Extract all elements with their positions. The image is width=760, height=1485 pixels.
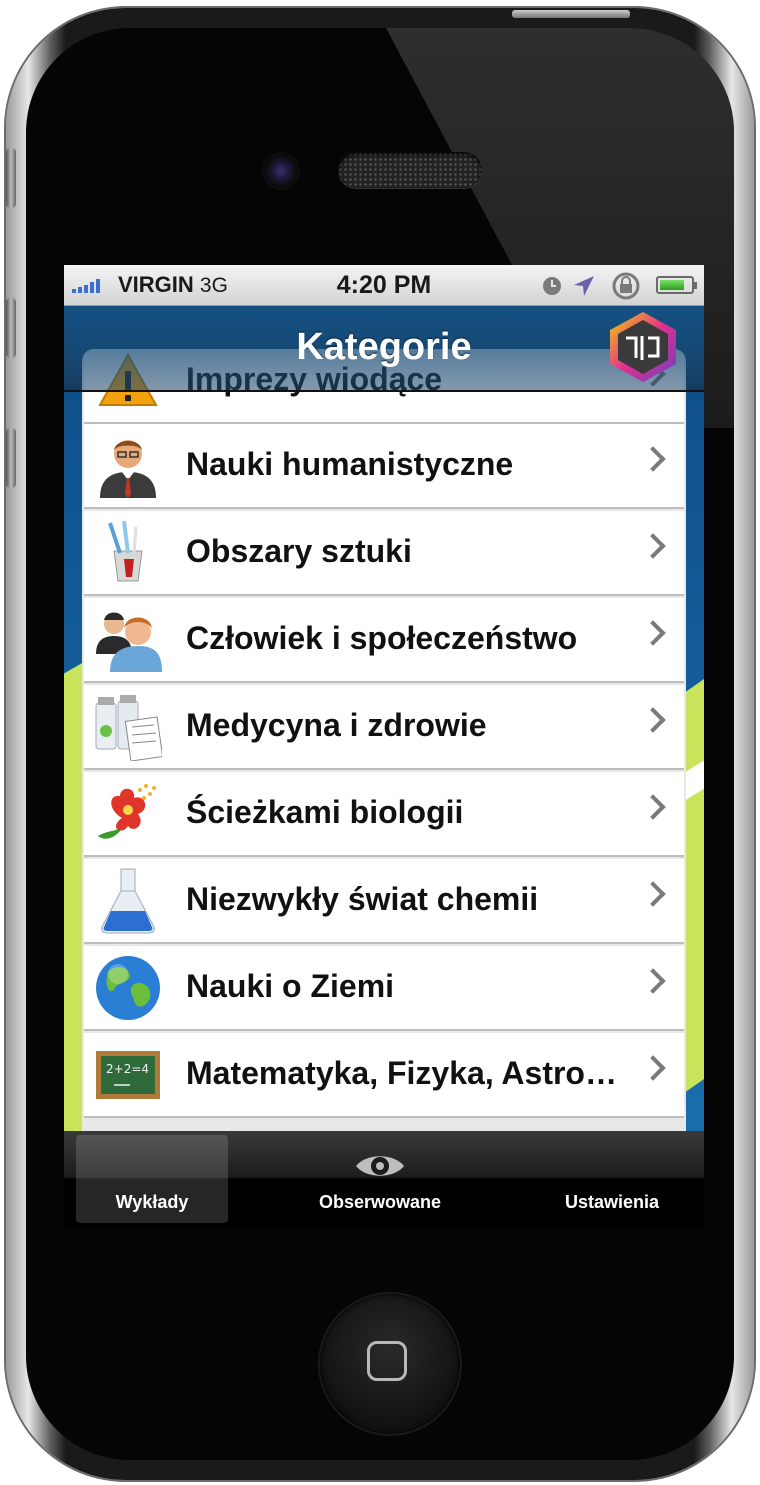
category-label: Niezwykły świat chemii xyxy=(186,881,539,917)
svg-text:2+2=4: 2+2=4 xyxy=(106,1062,149,1076)
rotation-lock-icon xyxy=(612,272,640,300)
category-label: Matematyka, Fizyka, Astronomia xyxy=(186,1055,626,1091)
category-label: Ścieżkami biologii xyxy=(186,794,464,830)
power-button[interactable] xyxy=(512,10,630,18)
chevron-right-icon xyxy=(640,794,666,820)
category-row-ziemia[interactable]: Nauki o Ziemi xyxy=(84,946,684,1031)
category-row-imprezy[interactable]: Imprezy wiodące xyxy=(84,349,684,424)
category-row-chemia[interactable]: Niezwykły świat chemii xyxy=(84,859,684,944)
chalkboard-icon: 2+2=4 xyxy=(96,1051,160,1099)
globe-icon xyxy=(96,956,160,1020)
person-tie-icon xyxy=(100,440,156,498)
home-square-icon xyxy=(367,1341,407,1381)
category-list[interactable]: Imprezy wiodące Nauki humanistyczne Obsz… xyxy=(82,349,686,1227)
volume-up-button[interactable] xyxy=(6,298,16,358)
warning-icon xyxy=(98,352,158,406)
chevron-right-icon xyxy=(640,361,666,387)
category-row-matematyka[interactable]: 2+2=4 Matematyka, Fizyka, Astronomia xyxy=(84,1033,684,1118)
category-label: Nauki o Ziemi xyxy=(186,968,395,1004)
battery-icon xyxy=(656,276,697,294)
eye-icon xyxy=(356,1156,404,1176)
category-label: Człowiek i społeczeństwo xyxy=(186,620,578,656)
tab-obserwowane[interactable]: Obserwowane xyxy=(290,1135,470,1223)
tab-label: Wykłady xyxy=(115,1192,189,1212)
location-arrow-icon xyxy=(574,276,594,296)
category-label: Nauki humanistyczne xyxy=(186,446,514,482)
tab-bar: Wykłady Obserwowane Ustawienia xyxy=(64,1131,704,1227)
category-row-biologia[interactable]: Ścieżkami biologii xyxy=(84,772,684,857)
people-icon xyxy=(96,612,162,672)
category-row-sztuki[interactable]: Obszary sztuki xyxy=(84,511,684,596)
category-label: Obszary sztuki xyxy=(186,533,412,569)
category-row-medycyna[interactable]: Medycyna i zdrowie xyxy=(84,685,684,770)
chevron-right-icon xyxy=(640,1055,666,1081)
app-screen: VIRGIN 3G 4:20 PM Kategorie Imprezy wiod… xyxy=(64,265,704,1227)
paint-brush-cup-icon xyxy=(108,520,143,582)
home-button[interactable] xyxy=(320,1294,460,1434)
status-bar: VIRGIN 3G 4:20 PM xyxy=(64,265,704,306)
category-row-czlowiek[interactable]: Człowiek i społeczeństwo xyxy=(84,598,684,683)
tab-ustawienia[interactable]: Ustawienia xyxy=(534,1135,690,1223)
alarm-icon xyxy=(543,277,561,295)
chevron-right-icon xyxy=(640,533,666,559)
tab-wyklady[interactable]: Wykłady xyxy=(76,1135,228,1223)
medicine-bottles-icon xyxy=(95,695,162,761)
flask-icon xyxy=(101,868,155,934)
earpiece-speaker xyxy=(338,152,482,188)
status-time: 4:20 PM xyxy=(336,271,432,299)
chevron-right-icon xyxy=(640,707,666,733)
category-row-humanistyczne[interactable]: Nauki humanistyczne xyxy=(84,424,684,509)
volume-down-button[interactable] xyxy=(6,428,16,488)
category-label: Imprezy wiodące xyxy=(186,361,443,397)
tab-label: Obserwowane xyxy=(318,1192,442,1212)
tab-label: Ustawienia xyxy=(564,1192,660,1212)
chevron-right-icon xyxy=(640,968,666,994)
chevron-right-icon xyxy=(640,881,666,907)
mute-switch[interactable] xyxy=(6,148,16,208)
nav-divider xyxy=(64,390,704,392)
front-camera xyxy=(262,152,300,190)
category-label: Medycyna i zdrowie xyxy=(186,707,487,743)
chevron-right-icon xyxy=(640,620,666,646)
flower-icon xyxy=(98,784,156,839)
chevron-right-icon xyxy=(640,446,666,472)
